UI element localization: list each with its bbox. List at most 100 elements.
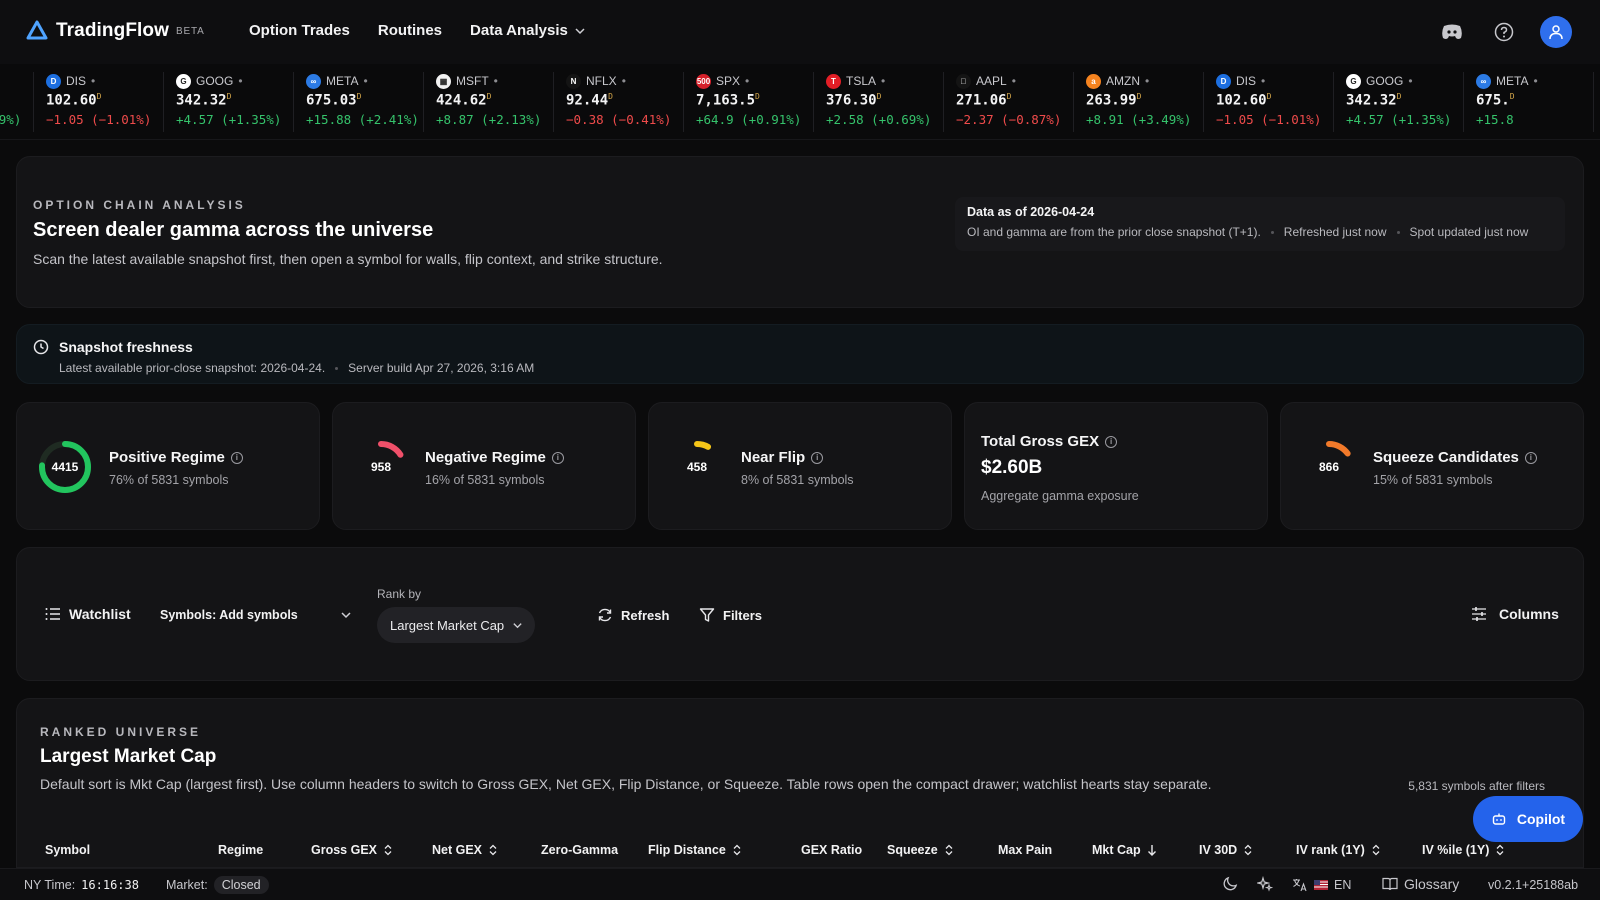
column-header[interactable]: Regime — [218, 843, 263, 857]
symbol-count: 5,831 symbols after filters — [1408, 779, 1545, 793]
ranked-eyebrow: RANKED UNIVERSE — [40, 725, 202, 739]
app-logo[interactable]: TradingFlow — [26, 20, 169, 42]
info-icon[interactable]: i — [551, 451, 564, 464]
ticker-item[interactable]: ∞ META • 675.D +15.8 — [1466, 72, 1594, 132]
column-header[interactable]: Gross GEX — [311, 843, 393, 857]
live-dot: • — [493, 74, 498, 88]
language-selector[interactable]: EN — [1292, 878, 1351, 892]
filters-label: Filters — [723, 607, 763, 623]
data-as-of-title: Data as of 2026-04-24 — [967, 205, 1095, 219]
ticker-change: +8.91 (+3.49%) — [1086, 111, 1192, 127]
squeeze-label: Squeeze Candidates — [1373, 449, 1519, 466]
ticker-price: 342.32D — [1346, 92, 1463, 109]
ticker-item[interactable]: ∞ META • 675.03D +15.88 (+2.41%) — [296, 72, 424, 132]
live-dot: • — [238, 74, 243, 88]
column-header[interactable]: Mkt Cap — [1092, 843, 1157, 857]
column-header[interactable]: Flip Distance — [648, 843, 742, 857]
column-header[interactable]: IV %ile (1Y) — [1422, 843, 1505, 857]
column-header[interactable]: Net GEX — [432, 843, 498, 857]
squeeze-sub: 15% of 5831 symbols — [1373, 473, 1493, 487]
column-header-label: Gross GEX — [311, 843, 377, 857]
ticker-symbol: DIS — [66, 74, 87, 88]
column-header[interactable]: IV 30D — [1199, 843, 1253, 857]
ticker-price-value: 102.60 — [46, 92, 97, 109]
nav-routines[interactable]: Routines — [378, 22, 442, 39]
user-avatar[interactable] — [1540, 16, 1572, 48]
filters-button[interactable]: Filters — [699, 607, 762, 623]
near-flip-card[interactable]: 458 Near Flip i 8% of 5831 symbols — [648, 402, 952, 530]
ticker-price: 376.30D — [826, 92, 943, 109]
ticker-symbol: MSFT — [456, 74, 489, 88]
info-icon[interactable]: i — [811, 451, 824, 464]
ticker-item[interactable]: aAMZN•263.99D+8.91 (+3.49%) — [0, 72, 34, 132]
copilot-button[interactable]: Copilot — [1473, 796, 1583, 842]
ticker-item[interactable]: T TSLA • 376.30D +2.58 (+0.69%) — [816, 72, 944, 132]
columns-label: Columns — [1499, 606, 1559, 622]
help-icon[interactable] — [1488, 16, 1520, 48]
total-gross-gex-label: Total Gross GEX — [981, 433, 1100, 450]
refresh-button[interactable]: Refresh — [597, 607, 669, 623]
ticker-price: 675.03D — [306, 92, 423, 109]
copilot-label: Copilot — [1516, 811, 1566, 827]
ticker-logo-icon: ∞ — [1476, 73, 1491, 89]
columns-button[interactable]: Columns — [1471, 606, 1559, 622]
page-subtitle: Scan the latest available snapshot first… — [33, 251, 663, 267]
total-gross-gex-card[interactable]: Total Gross GEX i $2.60B Aggregate gamma … — [964, 402, 1268, 530]
separator-dot — [335, 366, 339, 370]
ticker-logo-icon:  — [956, 73, 971, 89]
info-icon[interactable]: i — [1524, 451, 1537, 464]
discord-icon[interactable] — [1436, 16, 1468, 48]
column-header[interactable]: Max Pain — [998, 843, 1052, 857]
column-header-label: IV rank (1Y) — [1296, 843, 1365, 857]
squeeze-candidates-card[interactable]: 866 Squeeze Candidates i 15% of 5831 symb… — [1280, 402, 1584, 530]
ticker-item[interactable]:  AAPL • 271.06D −2.37 (−0.87%) — [946, 72, 1074, 132]
glossary-button[interactable]: Glossary — [1382, 876, 1459, 892]
rank-by-select[interactable]: Largest Market Cap — [377, 607, 535, 643]
positive-regime-count: 4415 — [51, 460, 79, 474]
near-flip-count: 458 — [686, 460, 708, 474]
ticker-suffix: D — [755, 92, 760, 101]
near-flip-label: Near Flip — [741, 449, 806, 466]
moon-icon — [1223, 876, 1238, 891]
column-header-label: Zero-Gamma — [541, 843, 619, 857]
positive-regime-card[interactable]: 4415 Positive Regime i 76% of 5831 symbol… — [16, 402, 320, 530]
ticker-item[interactable]: D DIS • 102.60D −1.05 (−1.01%) — [36, 72, 164, 132]
info-icon[interactable]: i — [230, 451, 243, 464]
market-label: Market: — [166, 878, 208, 892]
ticker-item[interactable]: G GOOG • 342.32D +4.57 (+1.35%) — [166, 72, 294, 132]
ticker-item[interactable]: 500 SPX • 7,163.5D +64.9 (+0.91%) — [686, 72, 814, 132]
ticker-suffix: D — [96, 92, 102, 101]
market-status-badge: Closed — [213, 876, 269, 894]
column-header[interactable]: Zero-Gamma — [541, 843, 618, 857]
sparkle-button[interactable] — [1257, 876, 1273, 892]
info-icon[interactable]: i — [1105, 435, 1118, 448]
nav-option-trades[interactable]: Option Trades — [249, 22, 350, 39]
column-header[interactable]: IV rank (1Y) — [1296, 843, 1381, 857]
column-header[interactable]: Symbol — [45, 843, 90, 857]
column-header-label: Regime — [218, 843, 264, 857]
live-dot: • — [881, 74, 886, 88]
column-header[interactable]: GEX Ratio — [801, 843, 862, 857]
ticker-item[interactable]: G GOOG • 342.32D +4.57 (+1.35%) — [1336, 72, 1464, 132]
symbols-select[interactable]: Symbols: Add symbols — [160, 608, 352, 622]
symbols-select-label: Symbols: Add symbols — [160, 608, 298, 622]
live-dot: • — [621, 74, 626, 88]
ticker-suffix: D — [1509, 92, 1515, 101]
column-header[interactable]: Squeeze — [887, 843, 954, 857]
negative-regime-card[interactable]: 958 Negative Regime i 16% of 5831 symbols — [332, 402, 636, 530]
column-header-label: IV 30D — [1199, 843, 1238, 857]
sort-desc-icon — [1147, 845, 1156, 856]
ticker-item[interactable]: D DIS • 102.60D −1.05 (−1.01%) — [1206, 72, 1334, 132]
ticker-logo-icon: T — [826, 73, 841, 89]
ticker-item[interactable]: N NFLX • 92.44D −0.38 (−0.41%) — [556, 72, 684, 132]
ticker-item[interactable]: ▦ MSFT • 424.62D +8.87 (+2.13%) — [426, 72, 554, 132]
nav-data-analysis[interactable]: Data Analysis — [470, 22, 586, 39]
theme-toggle[interactable] — [1223, 876, 1238, 891]
ticker-symbol: NFLX — [586, 74, 617, 88]
ticker-item[interactable]: aAMZN•263.99D+8.91 (+3.49%) — [1076, 72, 1204, 132]
sort-icon — [1372, 844, 1380, 856]
live-dot: • — [1145, 74, 1150, 88]
watchlist-button[interactable]: Watchlist — [45, 606, 131, 622]
ticker-strip: aAMZN•263.99D+8.91 (+3.49%)DDIS•102.60D−… — [0, 64, 1600, 140]
ticker-suffix: D — [226, 92, 232, 101]
